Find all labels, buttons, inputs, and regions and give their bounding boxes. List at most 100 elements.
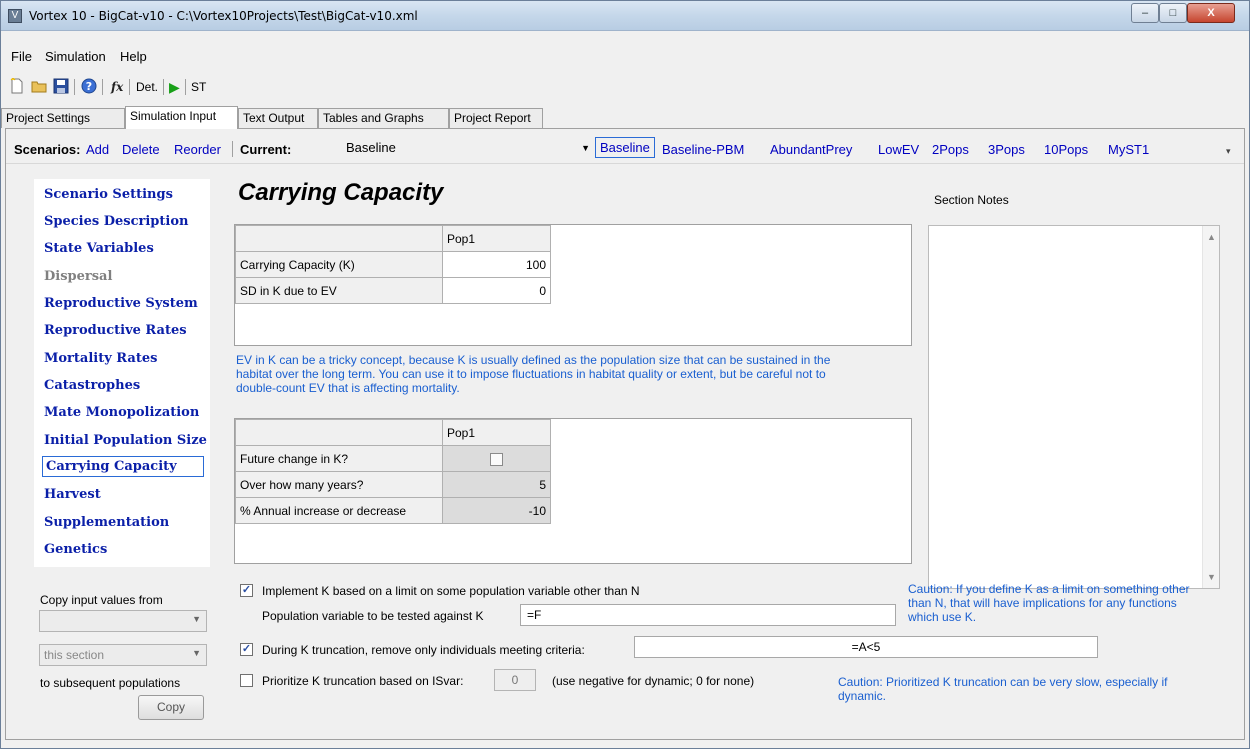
svg-text:?: ?	[86, 80, 92, 93]
scroll-down-icon[interactable]: ▼	[1207, 572, 1216, 582]
nav-mortality-rates[interactable]: Mortality Rates	[44, 351, 157, 366]
run-icon[interactable]: ▶	[169, 78, 180, 96]
caution-prioritize-note: Caution: Prioritized K truncation can be…	[838, 675, 1168, 703]
table-row: Over how many years? 5	[235, 471, 551, 498]
save-icon[interactable]	[53, 78, 69, 94]
row-label-future-change: Future change in K?	[235, 445, 443, 472]
annual-change-cell[interactable]: -10	[442, 497, 551, 524]
copy-button[interactable]: Copy	[138, 695, 204, 720]
current-label: Current:	[240, 142, 292, 157]
scenario-bar: Scenarios: Add Delete Reorder Current: B…	[6, 134, 1244, 164]
isvar-hint: (use negative for dynamic; 0 for none)	[552, 674, 755, 688]
nav-harvest[interactable]: Harvest	[44, 487, 101, 502]
scenario-tab-10pops[interactable]: 10Pops	[1044, 142, 1088, 157]
copy-source-combo[interactable]: ▼	[39, 610, 207, 632]
current-scenario-value: Baseline	[346, 140, 396, 155]
years-cell[interactable]: 5	[442, 471, 551, 498]
scenarios-label: Scenarios:	[14, 142, 81, 157]
population-variable-label: Population variable to be tested against…	[262, 609, 484, 623]
future-change-checkbox[interactable]	[490, 452, 503, 466]
nav-initial-population-size[interactable]: Initial Population Size	[44, 433, 207, 448]
truncation-criteria-label: During K truncation, remove only individ…	[262, 643, 585, 657]
chevron-down-icon: ▼	[192, 648, 201, 658]
section-notes-textarea[interactable]: ▲ ▼	[928, 225, 1220, 589]
tab-text-output[interactable]: Text Output	[238, 108, 318, 128]
nav-genetics[interactable]: Genetics	[44, 542, 107, 557]
toolbar-separator	[102, 79, 103, 95]
nav-supplementation[interactable]: Supplementation	[44, 515, 169, 530]
grid-corner	[235, 419, 443, 446]
scenario-tab-3pops[interactable]: 3Pops	[988, 142, 1025, 157]
row-label-carrying-capacity: Carrying Capacity (K)	[235, 251, 443, 278]
new-file-icon[interactable]	[9, 78, 25, 94]
tab-project-report[interactable]: Project Report	[449, 108, 543, 128]
population-variable-input[interactable]: =F	[520, 604, 896, 626]
nav-reproductive-system[interactable]: Reproductive System	[44, 296, 198, 311]
scenario-tab-myst1[interactable]: MyST1	[1108, 142, 1149, 157]
scroll-up-icon[interactable]: ▲	[1207, 232, 1216, 242]
st-button[interactable]: ST	[191, 78, 206, 96]
menu-help[interactable]: Help	[120, 49, 147, 64]
criteria-input[interactable]: =A<5	[634, 636, 1098, 658]
delete-scenario-link[interactable]: Delete	[122, 142, 160, 157]
nav-state-variables[interactable]: State Variables	[44, 241, 154, 256]
sd-in-k-cell[interactable]: 0	[442, 277, 551, 304]
scenario-tab-baseline-pbm[interactable]: Baseline-PBM	[662, 142, 744, 157]
notes-scrollbar[interactable]: ▲ ▼	[1202, 226, 1219, 588]
nav-mate-monopolization[interactable]: Mate Monopolization	[44, 405, 199, 420]
implement-k-checkbox[interactable]: ✓	[240, 584, 253, 597]
title-bar: V Vortex 10 - BigCat-v10 - C:\Vortex10Pr…	[1, 1, 1249, 31]
overflow-chevron-icon[interactable]: ▾	[1226, 146, 1231, 157]
truncation-criteria-checkbox[interactable]: ✓	[240, 643, 253, 656]
app-icon: V	[8, 9, 22, 23]
toolbar-separator	[185, 79, 186, 95]
nav-catastrophes[interactable]: Catastrophes	[44, 378, 140, 393]
table-row: Future change in K?	[235, 445, 551, 472]
chevron-down-icon: ▼	[581, 143, 590, 153]
table-row: % Annual increase or decrease -10	[235, 497, 551, 524]
scenario-tab-lowev[interactable]: LowEV	[878, 142, 919, 157]
copy-section-combo[interactable]: this section ▼	[39, 644, 207, 666]
menu-file[interactable]: File	[11, 49, 32, 64]
tab-project-settings[interactable]: Project Settings	[1, 108, 125, 128]
scenario-tab-2pops[interactable]: 2Pops	[932, 142, 969, 157]
app-window: V Vortex 10 - BigCat-v10 - C:\Vortex10Pr…	[0, 0, 1250, 749]
open-folder-icon[interactable]	[31, 78, 47, 94]
window-title: Vortex 10 - BigCat-v10 - C:\Vortex10Proj…	[29, 9, 418, 23]
nav-species-description[interactable]: Species Description	[44, 214, 188, 229]
chevron-down-icon: ▼	[192, 614, 201, 624]
grid-corner	[235, 225, 443, 252]
tab-tables-and-graphs[interactable]: Tables and Graphs	[318, 108, 449, 128]
toolbar-separator	[129, 79, 130, 95]
maximize-button[interactable]: □	[1159, 3, 1187, 23]
close-button[interactable]: X	[1187, 3, 1235, 23]
reorder-scenario-link[interactable]: Reorder	[174, 142, 221, 157]
nav-scenario-settings[interactable]: Scenario Settings	[44, 187, 173, 202]
row-label-sd-in-k: SD in K due to EV	[235, 277, 443, 304]
isvar-input[interactable]: 0	[494, 669, 536, 691]
current-scenario-select[interactable]: Baseline ▼	[342, 139, 592, 159]
scenario-tab-abundantprey[interactable]: AbundantPrey	[770, 142, 852, 157]
row-label-annual-change: % Annual increase or decrease	[235, 497, 443, 524]
menu-simulation[interactable]: Simulation	[45, 49, 106, 64]
page-title: Carrying Capacity	[238, 179, 444, 206]
tab-simulation-input[interactable]: Simulation Input	[125, 106, 238, 129]
caution-limit-note: Caution: If you define K as a limit on s…	[908, 582, 1190, 624]
column-header-pop1: Pop1	[442, 225, 551, 252]
add-scenario-link[interactable]: Add	[86, 142, 109, 157]
future-change-cell[interactable]	[442, 445, 551, 472]
nav-carrying-capacity[interactable]: Carrying Capacity	[42, 456, 204, 477]
help-icon[interactable]: ?	[81, 78, 97, 94]
scenario-tab-baseline[interactable]: Baseline	[595, 137, 655, 158]
nav-reproductive-rates[interactable]: Reproductive Rates	[44, 323, 187, 338]
copy-target-label: to subsequent populations	[40, 676, 181, 690]
deterministic-button[interactable]: Det.	[136, 78, 158, 96]
copy-input-label: Copy input values from	[40, 593, 163, 607]
carrying-capacity-cell[interactable]: 100	[442, 251, 551, 278]
function-icon[interactable]: fx	[109, 78, 125, 94]
toolbar-separator	[74, 79, 75, 95]
prioritize-truncation-checkbox[interactable]	[240, 674, 253, 687]
minimize-button[interactable]: –	[1131, 3, 1159, 23]
column-header-pop1: Pop1	[442, 419, 551, 446]
section-notes-label: Section Notes	[934, 193, 1009, 207]
